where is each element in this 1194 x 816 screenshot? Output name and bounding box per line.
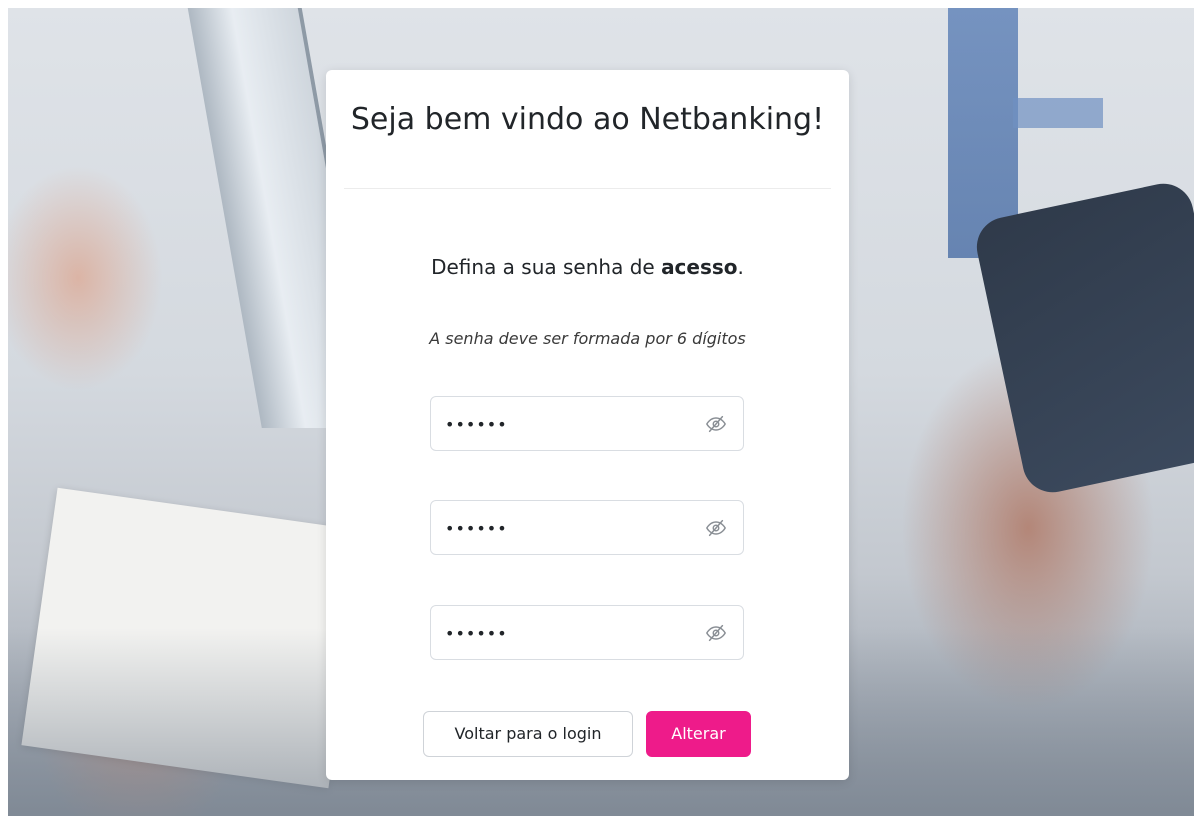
password-card: Seja bem vindo ao Netbanking! Defina a s… [326, 70, 849, 780]
eye-slash-icon[interactable] [705, 622, 727, 644]
password-field[interactable] [430, 396, 744, 451]
eye-slash-icon[interactable] [705, 413, 727, 435]
repeat-password-field[interactable] [430, 605, 744, 660]
eye-slash-icon[interactable] [705, 517, 727, 539]
password-input[interactable] [445, 409, 685, 439]
confirm-password-field[interactable] [430, 500, 744, 555]
change-password-button[interactable]: Alterar [646, 711, 751, 757]
page-title: Seja bem vindo ao Netbanking! [350, 102, 825, 137]
instruction-text-bold: acesso [661, 255, 738, 279]
instruction-text-suffix: . [737, 255, 744, 279]
background-sleeve [971, 178, 1194, 498]
back-to-login-button[interactable]: Voltar para o login [423, 711, 633, 757]
repeat-password-input[interactable] [445, 618, 685, 648]
password-hint: A senha deve ser formada por 6 dígitos [429, 329, 746, 348]
title-divider [344, 188, 831, 189]
confirm-password-input[interactable] [445, 513, 685, 543]
background-shape [1013, 98, 1103, 128]
instruction-text: Defina a sua senha de acesso. [326, 253, 849, 281]
instruction-text-prefix: Defina a sua senha de [431, 255, 662, 279]
